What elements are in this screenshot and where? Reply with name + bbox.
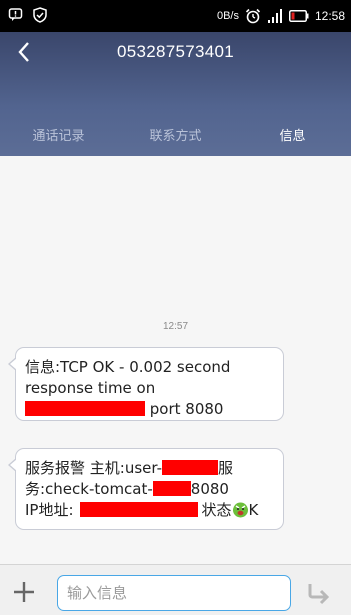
- send-button[interactable]: [303, 579, 335, 611]
- message-text: IP地址:: [25, 501, 74, 519]
- tab-contact-info[interactable]: 联系方式: [117, 124, 234, 150]
- tab-messages[interactable]: 信息: [234, 124, 351, 150]
- message-text: 8080: [190, 480, 229, 498]
- redaction-box: [152, 481, 191, 496]
- message-bubble[interactable]: 信息:TCP OK - 0.002 second response time o…: [8, 347, 284, 421]
- shield-icon: [32, 7, 48, 23]
- tab-call-log[interactable]: 通话记录: [0, 124, 117, 150]
- status-bar: 0B/s 12:58: [0, 0, 351, 32]
- add-attachment-button[interactable]: [12, 580, 36, 604]
- message-text-line: port 8080: [25, 399, 274, 420]
- tab-bar: 通话记录 联系方式 信息: [0, 124, 351, 150]
- message-text: port 8080: [149, 400, 224, 418]
- compose-bar: [0, 564, 351, 615]
- redaction-box: [79, 502, 198, 517]
- message-text: 务:check-tomcat-: [25, 480, 153, 498]
- network-speed: 0B/s: [216, 10, 239, 22]
- signal-icon: [267, 8, 283, 24]
- redaction-box: [25, 401, 145, 416]
- message-text-line: 信息:TCP OK - 0.002 second: [25, 358, 231, 376]
- message-text: 状态: [201, 501, 232, 519]
- message-timestamp: 12:57: [162, 321, 189, 332]
- status-time: 12:58: [314, 9, 345, 23]
- conversation-header: 053287573401 通话记录 联系方式 信息: [0, 32, 351, 156]
- message-input[interactable]: [57, 575, 291, 611]
- alarm-icon: [245, 8, 261, 24]
- plus-icon: [12, 582, 36, 608]
- angry-face-icon: [232, 501, 249, 518]
- notification-icon: [8, 7, 24, 23]
- message-bubble[interactable]: 服务报警 主机:user- 服 务:check-tomcat- 8080 IP地址:…: [8, 448, 284, 530]
- message-text-line: 服务报警 主机:user- 服: [25, 458, 274, 479]
- message-text: 服: [218, 459, 234, 477]
- message-list[interactable]: 12:57 信息:TCP OK - 0.002 second response …: [0, 156, 351, 564]
- message-text: K: [248, 501, 259, 519]
- message-text-line: 务:check-tomcat- 8080: [25, 479, 274, 500]
- battery-icon: [288, 10, 309, 22]
- send-icon: [306, 581, 332, 609]
- redaction-box: [162, 460, 218, 475]
- message-text: 服务报警 主机:user-: [25, 459, 162, 477]
- message-text-line: IP地址: 状态 K: [25, 500, 274, 521]
- contact-number: 053287573401: [116, 42, 235, 61]
- message-text-line: response time on: [25, 379, 156, 397]
